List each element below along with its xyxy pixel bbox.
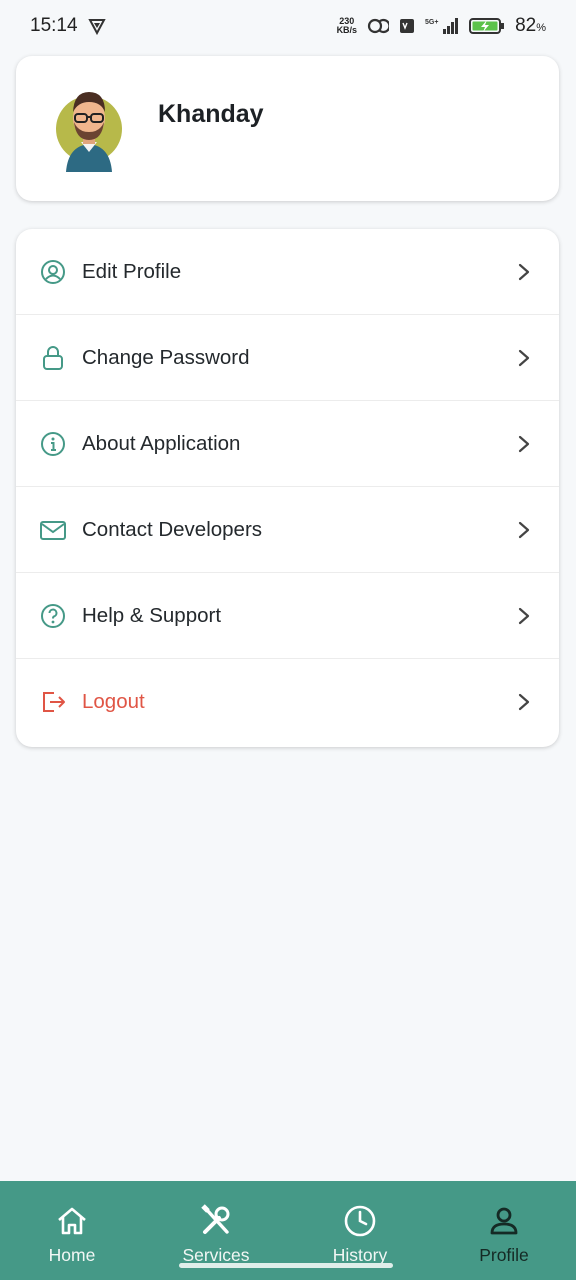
battery-percent-value: 82 [515,15,537,36]
info-icon [40,431,66,457]
link-icon [367,18,390,34]
chevron-right-icon [518,521,530,538]
menu-item-change-password[interactable]: Change Password [16,315,559,401]
nav-label: Home [48,1245,96,1265]
user-circle-icon [40,259,66,285]
svg-text:5G+: 5G+ [425,19,438,26]
menu-item-help-support[interactable]: Help & Support [16,573,559,659]
person-icon [490,1207,518,1235]
logout-icon [40,689,66,715]
tools-icon [201,1204,230,1234]
help-icon [40,603,66,629]
net-speed-unit: KB/s [336,25,358,35]
menu-item-label: Change Password [82,345,250,369]
nav-item-home[interactable]: Home [0,1181,144,1280]
chevron-right-icon [518,435,530,452]
signal-icon: 5G+ [425,17,459,35]
chevron-right-icon [518,349,530,366]
volte-icon [399,18,415,34]
home-indicator[interactable] [179,1263,393,1268]
menu-item-edit-profile[interactable]: Edit Profile [16,229,559,315]
clock-icon [344,1205,376,1237]
home-icon [58,1207,86,1235]
nav-item-profile[interactable]: Profile [432,1181,576,1280]
menu-item-contact-developers[interactable]: Contact Developers [16,487,559,573]
net-speed: 230 KB/s [337,17,358,35]
status-bar: 15:14 230 KB/s 5G+ 82% [0,0,576,52]
profile-name: Khanday [158,100,264,128]
nav-label: Profile [479,1245,529,1265]
battery-percent-unit: % [536,22,546,34]
chevron-right-icon [518,263,530,280]
menu-item-label: Help & Support [82,603,222,627]
chevron-right-icon [518,607,530,624]
settings-menu: Edit Profile Change Password About Appli… [16,229,559,747]
menu-item-about-application[interactable]: About Application [16,401,559,487]
avatar [56,86,142,172]
menu-item-logout[interactable]: Logout [16,659,559,745]
mail-icon [40,517,66,543]
battery-charging-icon [469,17,505,35]
status-time: 15:14 [30,15,78,36]
profile-card[interactable]: Khanday [16,56,559,201]
menu-item-label: About Application [82,431,241,455]
menu-item-label: Contact Developers [82,517,263,541]
menu-item-label: Edit Profile [82,259,182,283]
battery-percent: 82% [515,15,546,37]
status-right: 230 KB/s 5G+ 82% [337,15,546,37]
chevron-right-icon [518,693,530,711]
menu-item-label: Logout [82,690,145,713]
status-left: 15:14 [30,15,106,37]
vpn-shield-icon [87,17,106,35]
lock-icon [40,345,66,371]
